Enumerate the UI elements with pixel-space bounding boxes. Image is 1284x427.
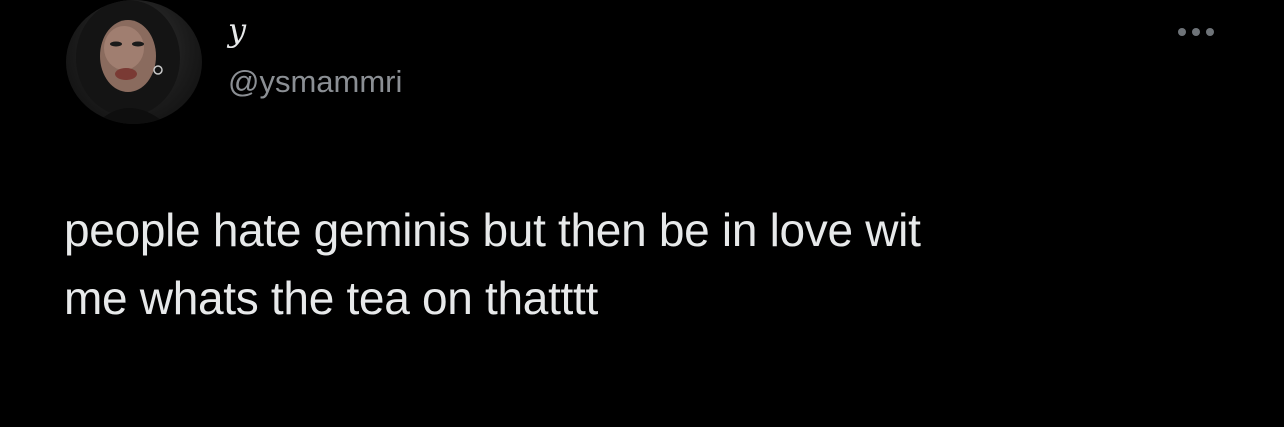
more-horizontal-icon xyxy=(1178,28,1186,36)
more-options-button[interactable] xyxy=(1172,18,1220,46)
avatar[interactable] xyxy=(66,0,202,124)
tweet-card: y @ysmammri people hate geminis but then… xyxy=(0,0,1284,427)
more-horizontal-icon-dot xyxy=(1206,28,1214,36)
tweet-text-line: people hate geminis but then be in love … xyxy=(64,204,921,256)
author-display-name[interactable]: y xyxy=(228,10,246,50)
avatar-photo xyxy=(76,0,180,124)
tweet-text: people hate geminis but then be in love … xyxy=(64,196,1244,332)
author-handle[interactable]: @ysmammri xyxy=(228,62,402,102)
more-horizontal-icon-dot xyxy=(1192,28,1200,36)
tweet-text-line: me whats the tea on thatttt xyxy=(64,272,598,324)
